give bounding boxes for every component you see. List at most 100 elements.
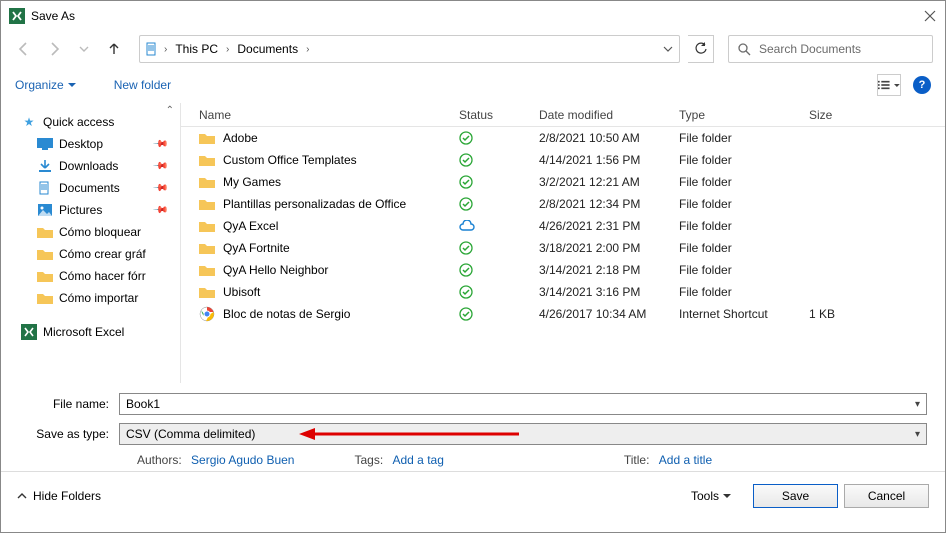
sidebar-pictures[interactable]: Pictures 📌 bbox=[5, 199, 176, 221]
star-icon: ★ bbox=[21, 114, 37, 130]
nav-recent-dropdown[interactable] bbox=[73, 38, 95, 60]
organize-dropdown[interactable]: Organize bbox=[15, 78, 76, 92]
folder-icon bbox=[199, 176, 215, 188]
chevron-right-icon[interactable]: › bbox=[304, 44, 311, 55]
save-as-type-dropdown[interactable]: CSV (Comma delimited) ▾ bbox=[119, 423, 927, 445]
cancel-button[interactable]: Cancel bbox=[844, 484, 929, 508]
chevron-right-icon[interactable]: › bbox=[162, 44, 169, 55]
tags-label: Tags: bbox=[354, 453, 383, 467]
table-row[interactable]: Ubisoft3/14/2021 3:16 PMFile folder bbox=[181, 281, 945, 303]
col-size[interactable]: Size bbox=[809, 108, 909, 122]
file-fields: File name: Book1 ▾ Save as type: CSV (Co… bbox=[1, 383, 945, 471]
sidebar-folder[interactable]: Cómo hacer fórr bbox=[5, 265, 176, 287]
tools-dropdown[interactable]: Tools bbox=[691, 489, 731, 503]
col-name[interactable]: Name bbox=[199, 108, 459, 122]
sidebar-documents[interactable]: Documents 📌 bbox=[5, 177, 176, 199]
folder-icon bbox=[199, 242, 215, 254]
file-type: File folder bbox=[679, 241, 809, 255]
table-row[interactable]: QyA Hello Neighbor3/14/2021 2:18 PMFile … bbox=[181, 259, 945, 281]
table-row[interactable]: Adobe2/8/2021 10:50 AMFile folder bbox=[181, 127, 945, 149]
file-type: File folder bbox=[679, 263, 809, 277]
sidebar-folder[interactable]: Cómo importar bbox=[5, 287, 176, 309]
nav-up-button[interactable] bbox=[103, 38, 125, 60]
file-size: 1 KB bbox=[809, 307, 909, 321]
file-name: Adobe bbox=[223, 131, 258, 145]
sync-ok-icon bbox=[459, 307, 539, 321]
address-history-dropdown[interactable] bbox=[661, 44, 675, 54]
file-name: QyA Fortnite bbox=[223, 241, 290, 255]
sidebar-downloads[interactable]: Downloads 📌 bbox=[5, 155, 176, 177]
title-value[interactable]: Add a title bbox=[659, 453, 712, 467]
file-name: Ubisoft bbox=[223, 285, 260, 299]
file-date: 4/14/2021 1:56 PM bbox=[539, 153, 679, 167]
nav-back-button[interactable] bbox=[13, 38, 35, 60]
file-type: Internet Shortcut bbox=[679, 307, 809, 321]
nav-forward-button[interactable] bbox=[43, 38, 65, 60]
sync-ok-icon bbox=[459, 263, 539, 277]
save-button[interactable]: Save bbox=[753, 484, 838, 508]
cloud-icon bbox=[459, 220, 539, 232]
sidebar-quick-access[interactable]: ★ Quick access bbox=[5, 111, 176, 133]
toolbar: Organize New folder ? bbox=[1, 67, 945, 103]
pictures-icon bbox=[37, 202, 53, 218]
col-date[interactable]: Date modified bbox=[539, 108, 679, 122]
col-type[interactable]: Type bbox=[679, 108, 809, 122]
hide-folders-button[interactable]: Hide Folders bbox=[17, 489, 101, 503]
help-button[interactable]: ? bbox=[913, 76, 931, 94]
sidebar-item-label: Microsoft Excel bbox=[43, 325, 124, 339]
file-date: 4/26/2021 2:31 PM bbox=[539, 219, 679, 233]
download-icon bbox=[37, 158, 53, 174]
table-row[interactable]: QyA Fortnite3/18/2021 2:00 PMFile folder bbox=[181, 237, 945, 259]
sidebar-folder[interactable]: Cómo crear gráf bbox=[5, 243, 176, 265]
table-row[interactable]: My Games3/2/2021 12:21 AMFile folder bbox=[181, 171, 945, 193]
table-row[interactable]: QyA Excel 4/26/2021 2:31 PMFile folder bbox=[181, 215, 945, 237]
new-folder-button[interactable]: New folder bbox=[114, 78, 171, 92]
file-type: File folder bbox=[679, 219, 809, 233]
folder-icon bbox=[37, 224, 53, 240]
sidebar-folder[interactable]: Cómo bloquear bbox=[5, 221, 176, 243]
close-icon[interactable] bbox=[923, 9, 937, 23]
sync-ok-icon bbox=[459, 197, 539, 211]
pin-icon: 📌 bbox=[151, 202, 168, 219]
folder-icon bbox=[199, 220, 215, 232]
authors-label: Authors: bbox=[137, 453, 182, 467]
chevron-right-icon[interactable]: › bbox=[224, 44, 231, 55]
documents-glyph-icon bbox=[144, 41, 160, 57]
file-name-input[interactable]: Book1 ▾ bbox=[119, 393, 927, 415]
sidebar-item-label: Cómo importar bbox=[59, 291, 138, 305]
file-date: 3/14/2021 2:18 PM bbox=[539, 263, 679, 277]
titlebar: Save As bbox=[1, 1, 945, 31]
folder-icon bbox=[199, 264, 215, 276]
sidebar-desktop[interactable]: Desktop 📌 bbox=[5, 133, 176, 155]
folder-icon bbox=[37, 246, 53, 262]
sync-ok-icon bbox=[459, 241, 539, 255]
file-name: Custom Office Templates bbox=[223, 153, 357, 167]
chevron-down-icon: ▾ bbox=[915, 429, 920, 440]
authors-value[interactable]: Sergio Agudo Buen bbox=[191, 453, 294, 467]
folder-icon bbox=[199, 286, 215, 298]
crumb-this-pc[interactable]: This PC bbox=[171, 40, 222, 58]
table-row[interactable]: Bloc de notas de Sergio4/26/2017 10:34 A… bbox=[181, 303, 945, 325]
refresh-button[interactable] bbox=[688, 35, 714, 63]
file-date: 4/26/2017 10:34 AM bbox=[539, 307, 679, 321]
search-input[interactable]: Search Documents bbox=[728, 35, 933, 63]
chevron-down-icon[interactable]: ▾ bbox=[915, 399, 920, 410]
table-row[interactable]: Plantillas personalizadas de Office 2/8/2… bbox=[181, 193, 945, 215]
col-status[interactable]: Status bbox=[459, 108, 539, 122]
file-name: My Games bbox=[223, 175, 281, 189]
file-name: QyA Excel bbox=[223, 219, 278, 233]
file-date: 2/8/2021 12:34 PM bbox=[539, 197, 679, 211]
crumb-documents[interactable]: Documents bbox=[233, 40, 302, 58]
file-name-label: File name: bbox=[19, 397, 119, 411]
address-bar[interactable]: › This PC › Documents › bbox=[139, 35, 680, 63]
tags-value[interactable]: Add a tag bbox=[393, 453, 444, 467]
file-name: Plantillas personalizadas de Office bbox=[223, 197, 406, 211]
sidebar-microsoft-excel[interactable]: Microsoft Excel bbox=[5, 321, 176, 343]
file-type: File folder bbox=[679, 153, 809, 167]
table-row[interactable]: Custom Office Templates 4/14/2021 1:56 PM… bbox=[181, 149, 945, 171]
search-placeholder: Search Documents bbox=[759, 42, 861, 56]
view-details-button[interactable] bbox=[877, 74, 901, 96]
sidebar-item-label: Pictures bbox=[59, 203, 102, 217]
bottom-bar: Hide Folders Tools Save Cancel bbox=[1, 471, 945, 519]
save-as-type-row: Save as type: CSV (Comma delimited) ▾ bbox=[19, 423, 927, 445]
